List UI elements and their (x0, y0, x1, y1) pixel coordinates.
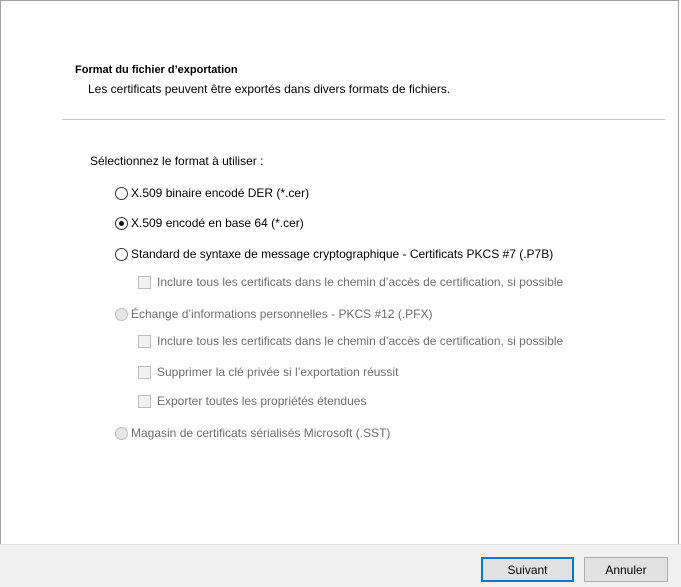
format-prompt: Sélectionnez le format à utiliser : (90, 154, 264, 168)
checkbox-pkcs7-include-label: Inclure tous les certificats dans le che… (157, 275, 564, 289)
radio-pfx-label: Échange d’informations personnelles - PK… (131, 307, 433, 321)
dialog-footer (0, 544, 681, 587)
radio-option-sst: Magasin de certificats sérialisés Micros… (115, 426, 390, 440)
cancel-button[interactable]: Annuler (584, 557, 668, 582)
checkbox-pfx-export-props-icon (138, 394, 151, 408)
checkbox-pfx-include-label: Inclure tous les certificats dans le che… (157, 334, 564, 348)
radio-option-base64[interactable]: X.509 encodé en base 64 (*.cer) (115, 216, 304, 230)
radio-der-label: X.509 binaire encodé DER (*.cer) (131, 186, 310, 200)
next-button[interactable]: Suivant (481, 557, 574, 582)
radio-der-icon[interactable] (115, 186, 128, 200)
radio-option-pkcs7[interactable]: Standard de syntaxe de message cryptogra… (115, 247, 553, 261)
radio-sst-label: Magasin de certificats sérialisés Micros… (131, 426, 391, 440)
radio-pkcs7-label: Standard de syntaxe de message cryptogra… (131, 247, 554, 261)
page-description: Les certificats peuvent être exportés da… (88, 82, 451, 96)
checkbox-pkcs7-include-icon (138, 275, 151, 289)
radio-pfx-icon (115, 307, 128, 321)
checkbox-pfx-include: Inclure tous les certificats dans le che… (138, 334, 563, 348)
radio-option-der[interactable]: X.509 binaire encodé DER (*.cer) (115, 186, 309, 200)
radio-base64-icon[interactable] (115, 216, 128, 230)
checkbox-pkcs7-include: Inclure tous les certificats dans le che… (138, 275, 563, 289)
checkbox-pfx-export-props: Exporter toutes les propriétés étendues (138, 394, 366, 408)
checkbox-pfx-delete-key-icon (138, 365, 151, 379)
radio-pkcs7-icon[interactable] (115, 247, 128, 261)
radio-sst-icon (115, 426, 128, 440)
checkbox-pfx-delete-key: Supprimer la clé privée si l’exportation… (138, 365, 398, 379)
checkbox-pfx-export-props-label: Exporter toutes les propriétés étendues (157, 394, 367, 408)
checkbox-pfx-include-icon (138, 334, 151, 348)
radio-option-pfx: Échange d’informations personnelles - PK… (115, 307, 432, 321)
header-divider (62, 119, 665, 120)
page-title: Format du fichier d’exportation (75, 64, 238, 76)
checkbox-pfx-delete-key-label: Supprimer la clé privée si l’exportation… (157, 365, 399, 379)
radio-base64-label: X.509 encodé en base 64 (*.cer) (131, 216, 304, 230)
